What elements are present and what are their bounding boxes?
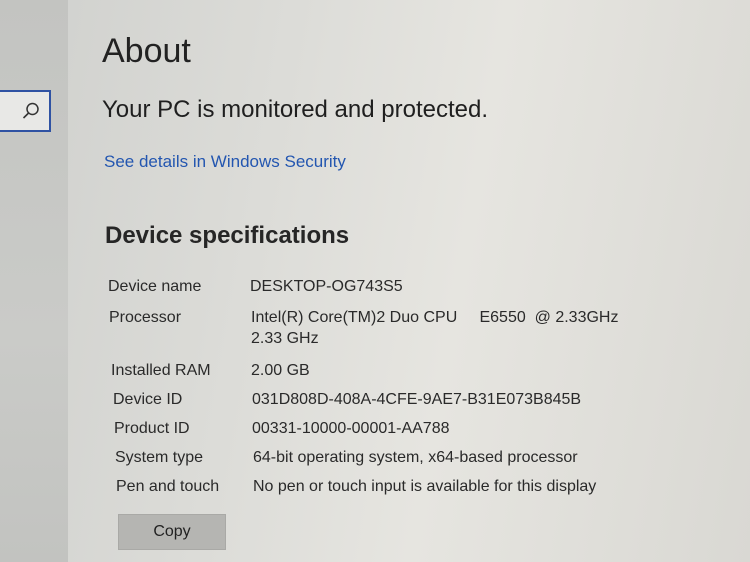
spec-label: Product ID <box>114 420 190 437</box>
windows-security-link[interactable]: See details in Windows Security <box>104 152 346 172</box>
about-page: About Your PC is monitored and protected… <box>100 0 750 562</box>
spec-label: Device name <box>108 278 202 295</box>
spec-value: 00331-10000-00001-AA788 <box>252 420 450 437</box>
spec-label: Pen and touch <box>116 478 220 495</box>
copy-button[interactable]: Copy <box>118 514 226 550</box>
spec-label: Device ID <box>113 391 183 408</box>
protection-status: Your PC is monitored and protected. <box>102 96 489 123</box>
spec-value: DESKTOP-OG743S5 <box>250 278 403 295</box>
spec-value: 2.00 GB <box>251 362 310 379</box>
spec-value: 64-bit operating system, x64-based proce… <box>253 449 578 466</box>
search-icon <box>22 102 39 119</box>
spec-label: System type <box>115 449 204 466</box>
device-specifications-heading: Device specifications <box>105 222 350 249</box>
spec-value: Intel(R) Core(TM)2 Duo CPU E6550 @ 2.33G… <box>251 309 619 326</box>
spec-value-line2: 2.33 GHz <box>251 330 319 347</box>
spec-value: No pen or touch input is available for t… <box>253 478 597 495</box>
spec-label: Processor <box>109 309 182 326</box>
spec-value: 031D808D-408A-4CFE-9AE7-B31E073B845B <box>252 391 582 408</box>
page-title: About <box>102 32 191 70</box>
search-input[interactable] <box>0 90 51 132</box>
settings-sidebar <box>0 0 68 562</box>
spec-label: Installed RAM <box>111 362 211 379</box>
